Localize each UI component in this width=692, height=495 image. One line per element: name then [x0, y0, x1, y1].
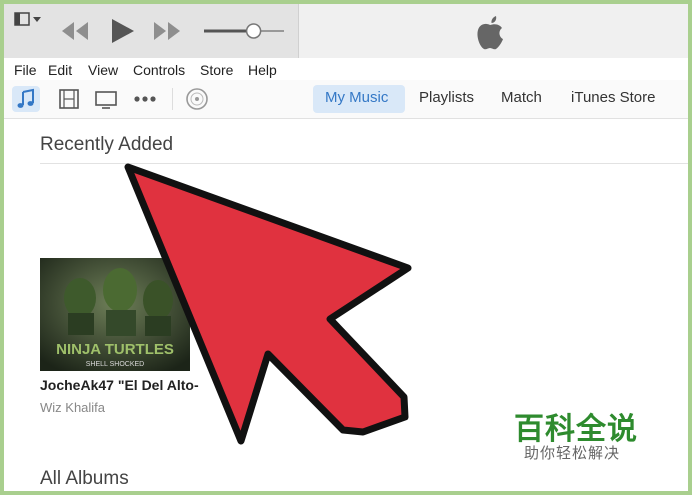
watermark-slogan: 助你轻松解决 [524, 444, 621, 462]
itunes-window: File Edit View Controls Store Help My Mu… [4, 4, 688, 491]
